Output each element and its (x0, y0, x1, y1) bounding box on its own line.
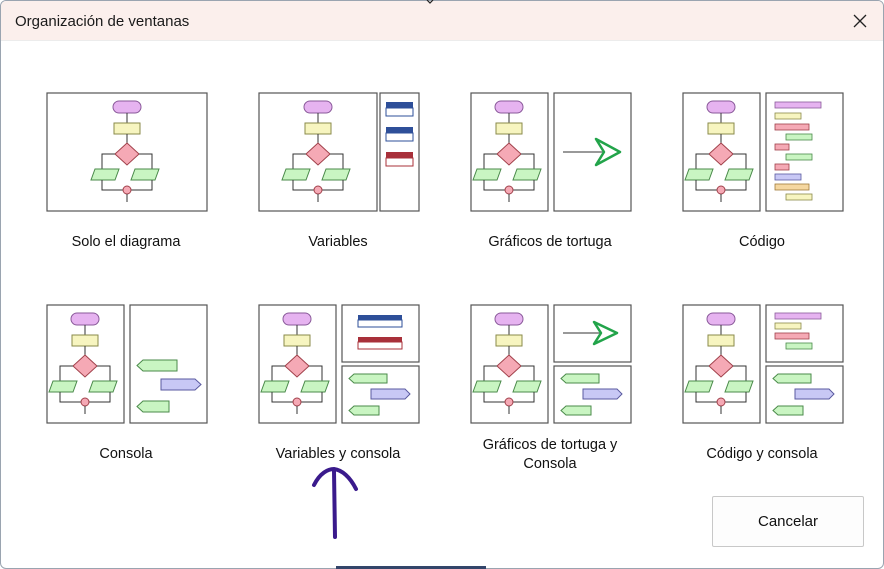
codigo-preview (682, 92, 844, 212)
graficos-tortuga-consola-preview (470, 304, 632, 424)
solo-diagrama-preview (46, 92, 208, 212)
graficos-tortuga-preview (470, 92, 632, 212)
title-bar: Organización de ventanas (1, 1, 883, 41)
consola-preview (46, 304, 208, 424)
option-label: Código (739, 234, 785, 250)
option-label: Variables (308, 234, 368, 250)
variables-icon (385, 102, 414, 167)
option-variables[interactable]: Variables (243, 79, 433, 259)
variables-consola-preview (258, 304, 420, 424)
caret-down-icon (426, 0, 434, 4)
option-variables-consola[interactable]: Variables y consola (243, 291, 433, 471)
option-label: Consola (99, 446, 153, 462)
window-layout-dialog: Organización de ventanas Solo el diagram… (0, 0, 884, 569)
option-label: Solo el diagrama (71, 234, 181, 250)
variables-preview (258, 92, 420, 212)
option-label: Código y consola (706, 446, 818, 462)
cancel-button[interactable]: Cancelar (712, 496, 864, 547)
close-icon (853, 14, 867, 28)
hand-drawn-up-arrow-icon (312, 466, 358, 539)
variables-panel (341, 304, 420, 363)
option-graficos-tortuga-consola[interactable]: Gráficos de tortuga y Consola (455, 291, 645, 472)
code-panel (765, 92, 844, 212)
dialog-title: Organización de ventanas (15, 13, 190, 30)
close-button[interactable] (845, 6, 875, 36)
option-codigo-consola[interactable]: Código y consola (667, 291, 857, 471)
option-label: Gráficos de tortuga y Consola (482, 437, 618, 472)
codigo-consola-preview (682, 304, 844, 424)
option-codigo[interactable]: Código (667, 79, 857, 259)
option-solo-diagrama[interactable]: Solo el diagrama (31, 79, 221, 259)
option-consola[interactable]: Consola (31, 291, 221, 471)
option-label: Gráficos de tortuga (488, 234, 612, 250)
option-graficos-tortuga[interactable]: Gráficos de tortuga (455, 79, 645, 259)
